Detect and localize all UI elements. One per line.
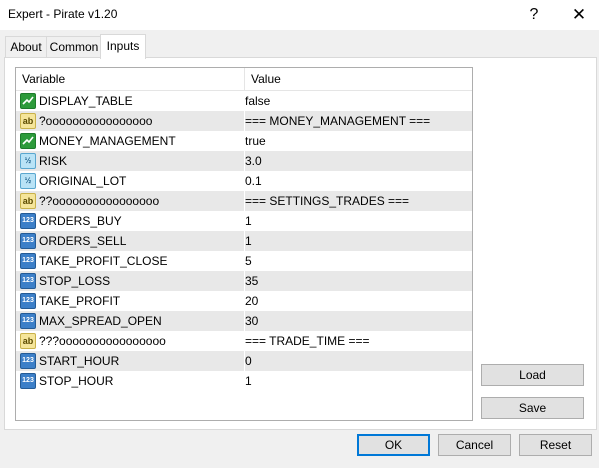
string-icon: ab [20,333,36,349]
save-button[interactable]: Save [481,397,584,419]
variable-value[interactable]: 20 [245,291,258,311]
bool-icon [20,93,36,109]
tab-common[interactable]: Common [46,36,102,57]
column-header-variable[interactable]: Variable [16,68,244,90]
table-header: Variable Value [16,68,472,91]
string-icon: ab [20,193,36,209]
variable-name: START_HOUR [39,354,120,368]
double-icon: ½ [20,153,36,169]
load-button[interactable]: Load [481,364,584,386]
variable-name: TAKE_PROFIT_CLOSE [39,254,168,268]
table-row[interactable]: 123 STOP_LOSS 35 [16,271,472,291]
variable-name: STOP_HOUR [39,374,114,388]
string-icon: ab [20,113,36,129]
int-icon: 123 [20,293,36,309]
table-row[interactable]: ab ?oooooooooooooooo === MONEY_MANAGEMENT … [16,111,472,131]
tab-about[interactable]: About [5,36,47,57]
inputs-table: Variable Value DISPLAY_TABLE false ab ?oooo… [15,67,473,421]
variable-value[interactable]: === SETTINGS_TRADES === [245,191,409,211]
variable-value[interactable]: 5 [245,251,252,271]
table-row[interactable]: 123 TAKE_PROFIT_CLOSE 5 [16,251,472,271]
table-row[interactable]: 123 TAKE_PROFIT 20 [16,291,472,311]
variable-name: RISK [39,154,68,168]
variable-value[interactable]: 35 [245,271,258,291]
variable-value[interactable]: 0.1 [245,171,262,191]
tab-inputs[interactable]: Inputs [100,34,146,59]
bool-icon [20,133,36,149]
variable-name: ORDERS_BUY [39,214,122,228]
variable-value[interactable]: === MONEY_MANAGEMENT === [245,111,430,131]
reset-button[interactable]: Reset [519,434,592,456]
table-row[interactable]: MONEY_MANAGEMENT true [16,131,472,151]
close-button[interactable]: ✕ [559,0,599,30]
table-row[interactable]: ab ???oooooooooooooooo === TRADE_TIME === [16,331,472,351]
tab-strip: About Common Inputs [0,34,599,59]
variable-value[interactable]: false [245,91,270,111]
table-row[interactable]: ab ??oooooooooooooooo === SETTINGS_TRADES … [16,191,472,211]
table-row[interactable]: ½ RISK 3.0 [16,151,472,171]
int-icon: 123 [20,313,36,329]
variable-name: ??oooooooooooooooo [39,194,160,208]
variable-name: DISPLAY_TABLE [39,94,133,108]
int-icon: 123 [20,273,36,289]
table-row[interactable]: 123 START_HOUR 0 [16,351,472,371]
variable-name: ORDERS_SELL [39,234,127,248]
int-icon: 123 [20,233,36,249]
column-header-value[interactable]: Value [245,68,471,90]
int-icon: 123 [20,373,36,389]
variable-value[interactable]: 3.0 [245,151,262,171]
window-title: Expert - Pirate v1.20 [8,7,118,21]
int-icon: 123 [20,253,36,269]
variable-name: TAKE_PROFIT [39,294,121,308]
variable-name: STOP_LOSS [39,274,111,288]
help-button[interactable]: ? [514,0,554,30]
title-bar: Expert - Pirate v1.20 ? ✕ [0,0,599,30]
variable-value[interactable]: 1 [245,231,252,251]
variable-value[interactable]: === TRADE_TIME === [245,331,370,351]
variable-value[interactable]: true [245,131,266,151]
variable-value[interactable]: 0 [245,351,252,371]
int-icon: 123 [20,353,36,369]
variable-name: ?oooooooooooooooo [39,114,153,128]
variable-value[interactable]: 1 [245,371,252,391]
table-row[interactable]: ½ ORIGINAL_LOT 0.1 [16,171,472,191]
table-row[interactable]: 123 ORDERS_BUY 1 [16,211,472,231]
int-icon: 123 [20,213,36,229]
table-row[interactable]: 123 STOP_HOUR 1 [16,371,472,391]
table-row[interactable]: 123 MAX_SPREAD_OPEN 30 [16,311,472,331]
double-icon: ½ [20,173,36,189]
variable-value[interactable]: 30 [245,311,258,331]
table-row[interactable]: DISPLAY_TABLE false [16,91,472,111]
cancel-button[interactable]: Cancel [438,434,511,456]
variable-value[interactable]: 1 [245,211,252,231]
variable-name: ORIGINAL_LOT [39,174,127,188]
variable-name: MONEY_MANAGEMENT [39,134,176,148]
table-row[interactable]: 123 ORDERS_SELL 1 [16,231,472,251]
table-body: DISPLAY_TABLE false ab ?oooooooooooooooo ===… [16,91,472,391]
variable-name: MAX_SPREAD_OPEN [39,314,162,328]
ok-button[interactable]: OK [357,434,430,456]
variable-name: ???oooooooooooooooo [39,334,166,348]
